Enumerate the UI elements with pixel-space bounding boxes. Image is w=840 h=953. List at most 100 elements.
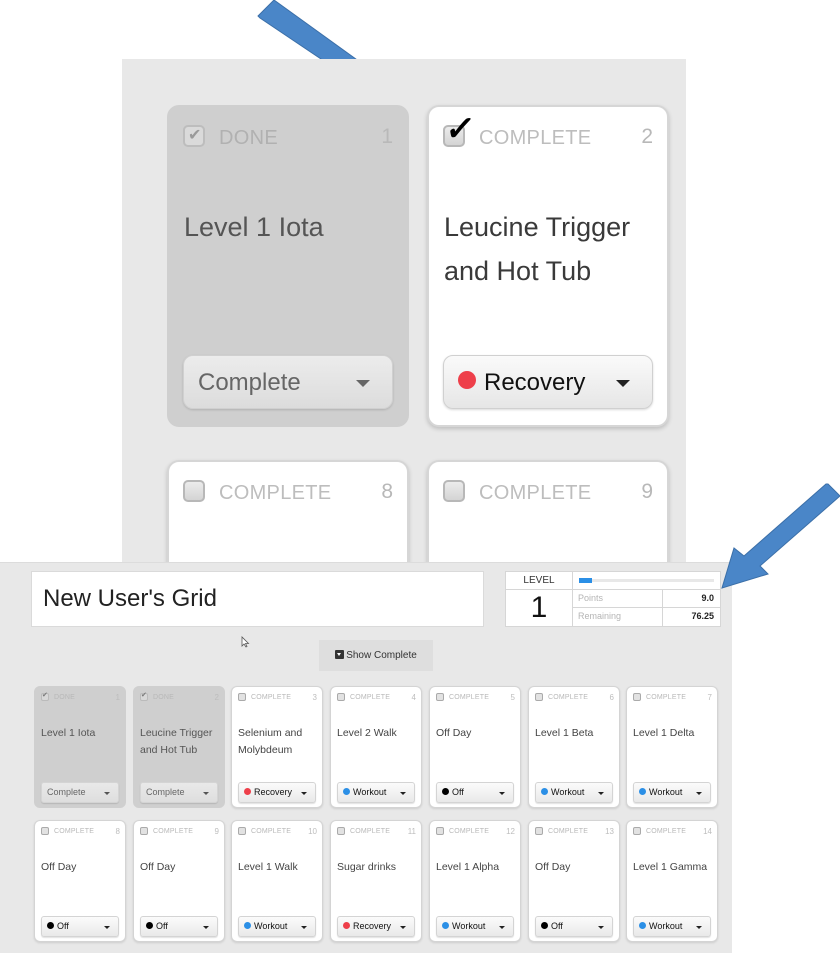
complete-checkbox[interactable] — [41, 691, 49, 701]
card-type-select[interactable]: Workout — [238, 916, 316, 937]
callout-card-2[interactable]: ✓ COMPLETE 2 Leucine Trigger and Hot Tub… — [427, 105, 669, 427]
grid-title-field[interactable]: New User's Grid — [31, 571, 484, 627]
card-type-select[interactable]: Workout — [633, 916, 711, 937]
card-type-select[interactable]: Recovery — [337, 916, 415, 937]
grid-card[interactable]: COMPLETE 4 Level 2 Walk Workout — [330, 686, 422, 808]
caret-down-icon — [499, 926, 505, 929]
card-type-select[interactable]: Workout — [337, 782, 415, 803]
level-progress-cell — [573, 572, 720, 590]
grid-card[interactable]: COMPLETE 10 Level 1 Walk Workout — [231, 820, 323, 942]
caret-down-icon — [104, 792, 110, 795]
mouse-cursor-icon — [241, 636, 250, 648]
card-title: Leucine Trigger and Hot Tub — [444, 212, 631, 286]
complete-checkbox[interactable] — [535, 827, 543, 835]
card-title: Level 1 Delta — [633, 727, 695, 739]
complete-checkbox[interactable] — [436, 827, 444, 835]
recovery-dot-icon — [244, 788, 251, 795]
points-label: Points — [578, 593, 604, 603]
card-title: Level 2 Walk — [337, 727, 397, 739]
callout-card-9[interactable]: COMPLETE 9 — [427, 460, 669, 562]
caret-down-icon — [696, 792, 702, 795]
card-number: 7 — [707, 693, 712, 702]
off-dot-icon — [146, 922, 153, 929]
card-number: 12 — [506, 827, 515, 836]
card-number: 10 — [308, 827, 317, 836]
complete-checkbox[interactable] — [140, 827, 148, 835]
workout-dot-icon — [639, 788, 646, 795]
card-type-select[interactable]: Complete — [140, 782, 218, 803]
remaining-row: Remaining 76.25 — [573, 608, 720, 626]
large-checkmark-icon: ✓ — [443, 110, 478, 148]
card-type-select[interactable]: Recovery — [443, 355, 653, 409]
grid-card[interactable]: COMPLETE 11 Sugar drinks Recovery — [330, 820, 422, 942]
card-number: 8 — [381, 480, 393, 503]
card-number: 4 — [411, 693, 416, 702]
complete-checkbox[interactable] — [238, 693, 246, 701]
complete-checkbox[interactable] — [436, 693, 444, 701]
card-status: COMPLETE — [646, 828, 687, 835]
complete-checkbox[interactable] — [633, 693, 641, 701]
card-type-select[interactable]: Off — [41, 916, 119, 937]
select-label: Workout — [442, 921, 485, 931]
card-title: Sugar drinks — [337, 861, 396, 873]
complete-checkbox[interactable] — [140, 691, 148, 701]
show-complete-button[interactable]: Show Complete — [319, 640, 433, 671]
grid-card[interactable]: DONE 1 Level 1 Iota Complete — [34, 686, 126, 808]
complete-checkbox[interactable] — [535, 693, 543, 701]
complete-checkbox[interactable]: ✓ — [443, 110, 477, 148]
card-type-select[interactable]: Complete — [183, 355, 393, 409]
complete-checkbox[interactable] — [337, 693, 345, 701]
grid-card[interactable]: COMPLETE 14 Level 1 Gamma Workout — [626, 820, 718, 942]
grid-card[interactable]: DONE 2 Leucine Trigger and Hot Tub Complete — [133, 686, 225, 808]
grid-card[interactable]: COMPLETE 7 Level 1 Delta Workout — [626, 686, 718, 808]
caret-down-icon — [301, 792, 307, 795]
complete-checkbox[interactable] — [238, 827, 246, 835]
card-type-select[interactable]: Workout — [535, 782, 613, 803]
workout-dot-icon — [244, 922, 251, 929]
level-progress-fill — [579, 578, 592, 583]
caret-down-icon — [400, 792, 406, 795]
card-number: 11 — [407, 827, 416, 836]
complete-checkbox[interactable]: ✔ — [183, 125, 205, 147]
card-title: Off Day — [436, 727, 472, 739]
select-label: Off — [442, 787, 464, 797]
card-type-select[interactable]: Off — [140, 916, 218, 937]
card-type-select[interactable]: Off — [535, 916, 613, 937]
level-panel: LEVEL 1 Points 9.0 Remaining 76.25 — [505, 571, 721, 627]
card-type-select[interactable]: Workout — [436, 916, 514, 937]
callout-card-8[interactable]: COMPLETE 8 — [167, 460, 409, 562]
card-title: Leucine Trigger and Hot Tub — [140, 727, 213, 756]
callout-card-1[interactable]: ✔ DONE 1 Level 1 Iota Complete — [167, 105, 409, 427]
complete-checkbox[interactable] — [633, 827, 641, 835]
card-number: 9 — [641, 480, 653, 503]
grid-card[interactable]: COMPLETE 12 Level 1 Alpha Workout — [429, 820, 521, 942]
card-type-select[interactable]: Complete — [41, 782, 119, 803]
card-title: Off Day — [41, 861, 77, 873]
complete-checkbox[interactable] — [183, 480, 205, 502]
card-number: 2 — [214, 693, 219, 702]
select-label: Complete — [146, 787, 185, 797]
card-title: Level 1 Gamma — [633, 861, 708, 873]
card-status: COMPLETE — [479, 482, 592, 504]
level-progress-track — [579, 578, 714, 583]
grid-card[interactable]: COMPLETE 6 Level 1 Beta Workout — [528, 686, 620, 808]
card-type-select[interactable]: Off — [436, 782, 514, 803]
grid-card[interactable]: COMPLETE 5 Off Day Off — [429, 686, 521, 808]
card-type-select[interactable]: Workout — [633, 782, 711, 803]
card-status: COMPLETE — [449, 694, 490, 701]
grid-card[interactable]: COMPLETE 9 Off Day Off — [133, 820, 225, 942]
card-status: COMPLETE — [251, 694, 292, 701]
card-number: 9 — [214, 827, 219, 836]
card-number: 13 — [605, 827, 614, 836]
card-number: 5 — [510, 693, 515, 702]
card-type-select[interactable]: Recovery — [238, 782, 316, 803]
complete-checkbox[interactable] — [337, 827, 345, 835]
complete-checkbox[interactable] — [41, 827, 49, 835]
card-status: COMPLETE — [350, 828, 391, 835]
grid-card[interactable]: COMPLETE 8 Off Day Off — [34, 820, 126, 942]
grid-card[interactable]: COMPLETE 3 Selenium and Molybdeum Recovery — [231, 686, 323, 808]
complete-checkbox[interactable] — [443, 480, 465, 502]
grid-card[interactable]: COMPLETE 13 Off Day Off — [528, 820, 620, 942]
caret-down-icon — [400, 926, 406, 929]
remaining-value: 76.25 — [691, 611, 714, 621]
